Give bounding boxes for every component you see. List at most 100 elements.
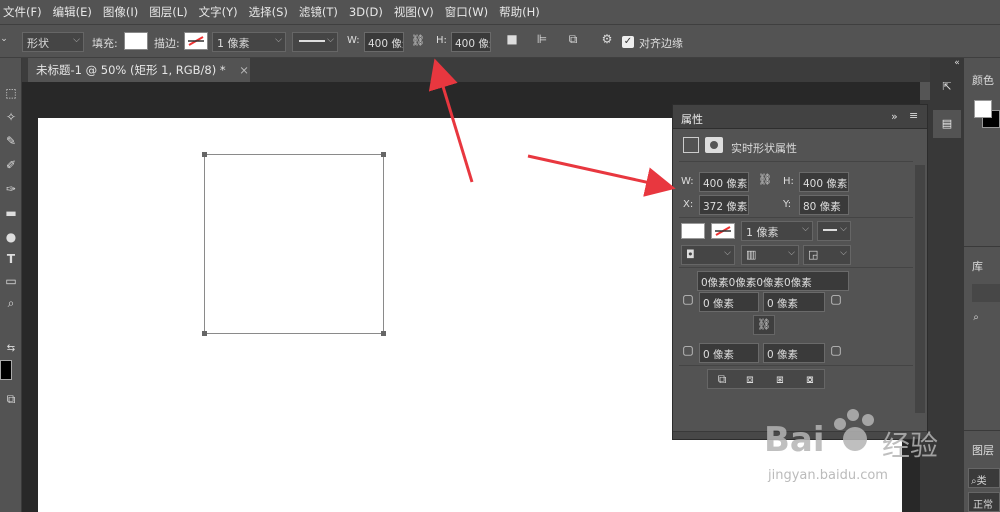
menu-help[interactable]: 帮助(H) [496, 4, 543, 20]
type-tool-icon[interactable]: T [2, 250, 20, 268]
scrollbar-thumb[interactable] [920, 82, 930, 100]
tool-mode-value: 形状 [27, 37, 49, 50]
path-alignment-icon[interactable]: ⊫ [533, 32, 551, 46]
close-icon[interactable]: × [239, 63, 249, 77]
no-stroke-icon [188, 36, 204, 46]
link-icon[interactable]: ⛓ [410, 34, 426, 47]
menu-3d[interactable]: 3D(D) [346, 5, 386, 19]
layers-panel-tab[interactable]: 图层 [972, 442, 994, 458]
path-arrangement-icon[interactable]: ⧉ [563, 32, 583, 47]
stroke-type-select[interactable]: ⌵ [292, 32, 338, 52]
menu-layer[interactable]: 图层(L) [146, 4, 190, 20]
transform-handle[interactable] [202, 331, 207, 336]
marquee-tool-icon[interactable]: ⬚ [2, 84, 20, 102]
options-bar: ⌄ 形状 ⌵ 填充: 描边: 1 像素 ⌵ ⌵ W: 400 像素 ⛓ H: 4… [0, 24, 1000, 58]
menu-filter[interactable]: 滤镜(T) [296, 4, 341, 20]
menu-window[interactable]: 窗口(W) [442, 4, 491, 20]
chevron-down-icon: ⌵ [802, 224, 809, 234]
screen-mode-icon[interactable]: ⧉ [2, 390, 20, 408]
watermark-brand-a: Bai [764, 420, 825, 460]
collapse-icon[interactable]: « [952, 58, 962, 68]
history-panel-icon[interactable]: ⇱ [934, 74, 960, 100]
properties-tab[interactable]: 属性 [681, 111, 703, 127]
blend-mode-select[interactable]: 正常 [968, 492, 1000, 512]
fill-swatch[interactable] [681, 223, 705, 239]
menu-edit[interactable]: 编辑(E) [50, 4, 95, 20]
chevron-down-icon: ⌵ [840, 224, 847, 234]
library-select[interactable] [972, 284, 1000, 302]
menu-type[interactable]: 文字(Y) [196, 4, 241, 20]
swap-colors-icon[interactable]: ⇆ [2, 340, 20, 358]
stroke-align-icon: ◘ [686, 248, 695, 261]
subtract-front-shape-icon[interactable]: ⧈ [738, 372, 762, 387]
shape-width-field[interactable]: 400 像素 [699, 172, 749, 192]
transform-handle[interactable] [381, 331, 386, 336]
properties-scrollbar[interactable] [915, 165, 925, 413]
shape-properties-icon[interactable] [683, 137, 699, 153]
transform-handle[interactable] [381, 152, 386, 157]
magic-wand-tool-icon[interactable]: ✧ [2, 108, 20, 126]
shape-x-field[interactable]: 372 像素 [699, 195, 749, 215]
stroke-swatch[interactable] [711, 223, 735, 239]
shape-height-field[interactable]: 400 像素 [799, 172, 849, 192]
library-panel-tab[interactable]: 库 [972, 258, 983, 274]
corner-top-right-icon: ▢ [830, 292, 842, 306]
corner-bottom-left-field[interactable]: 0 像素 [699, 343, 759, 363]
layer-filter-select[interactable]: ⌕类 [968, 468, 1000, 488]
chevron-down-icon: ⌵ [840, 248, 847, 258]
panel-menu-icon[interactable]: ≡ [909, 109, 918, 122]
menu-view[interactable]: 视图(V) [391, 4, 437, 20]
link-corners-button[interactable]: ⛓ [753, 315, 775, 335]
menu-select[interactable]: 选择(S) [246, 4, 291, 20]
menu-file[interactable]: 文件(F) [0, 4, 45, 20]
width-field[interactable]: 400 像素 [364, 32, 404, 52]
h-label: H: [783, 176, 794, 187]
stroke-corner-select[interactable]: ◲ ⌵ [803, 245, 851, 265]
history-brush-tool-icon[interactable]: ✑ [2, 180, 20, 198]
x-label: X: [683, 199, 694, 210]
height-field[interactable]: 400 像素 [451, 32, 491, 52]
exclude-overlap-icon[interactable]: ⧇ [798, 372, 822, 387]
search-icon[interactable]: ⌕ [970, 312, 982, 323]
stroke-type-select[interactable]: ⌵ [817, 221, 851, 241]
rectangle-tool-icon[interactable]: ▭ [2, 272, 20, 290]
properties-panel-icon[interactable]: ▤ [933, 110, 961, 138]
intersect-shapes-icon[interactable]: ⧆ [768, 372, 792, 387]
collapse-icon[interactable]: » [891, 110, 898, 123]
corner-top-right-field[interactable]: 0 像素 [763, 292, 825, 312]
transform-handle[interactable] [202, 152, 207, 157]
shape-y-field[interactable]: 80 像素 [799, 195, 849, 215]
chevron-down-icon: ⌵ [724, 248, 731, 258]
align-edges-checkbox[interactable]: ✓ [622, 36, 634, 48]
rectangle-shape[interactable] [202, 152, 386, 336]
brush-tool-icon[interactable]: ✐ [2, 156, 20, 174]
foreground-color-swatch[interactable] [0, 360, 12, 380]
gradient-tool-icon[interactable]: ▬ [2, 204, 20, 222]
gear-icon[interactable]: ⚙ [598, 32, 616, 46]
zoom-tool-icon[interactable]: ⌕ [2, 294, 20, 312]
stroke-align-select[interactable]: ◘ ⌵ [681, 245, 735, 265]
foreground-color-swatch[interactable] [974, 100, 992, 118]
combine-shapes-icon[interactable]: ⧉ [710, 372, 734, 387]
tool-mode-select[interactable]: 形状 ⌵ [22, 32, 84, 52]
menu-image[interactable]: 图像(I) [100, 4, 141, 20]
link-icon[interactable]: ⛓ [757, 173, 773, 186]
fill-swatch[interactable] [124, 32, 148, 50]
stroke-cap-select[interactable]: ▥ ⌵ [741, 245, 799, 265]
corner-radius-all-field[interactable]: 0像素0像素0像素0像素 [697, 271, 849, 291]
corner-top-left-field[interactable]: 0 像素 [699, 292, 759, 312]
dodge-tool-icon[interactable]: ● [2, 228, 20, 246]
stroke-width-select[interactable]: 1 像素 ⌵ [212, 32, 286, 52]
document-tab[interactable]: 未标题-1 @ 50% (矩形 1, RGB/8) * × [28, 58, 250, 82]
color-panel-tab[interactable]: 颜色 [972, 72, 994, 88]
stroke-width-select[interactable]: 1 像素 ⌵ [741, 221, 813, 241]
path-operations-icon[interactable]: ■ [503, 32, 521, 46]
right-panels: 颜色 库 ⌕ 图层 ⌕类 正常 [964, 58, 1000, 512]
stroke-swatch[interactable] [184, 32, 208, 50]
mask-properties-icon[interactable] [705, 137, 723, 153]
chevron-down-icon[interactable]: ⌄ [0, 34, 8, 44]
eyedropper-tool-icon[interactable]: ✎ [2, 132, 20, 150]
no-stroke-icon [715, 226, 731, 236]
line-style-icon [823, 229, 837, 231]
corner-bottom-right-field[interactable]: 0 像素 [763, 343, 825, 363]
